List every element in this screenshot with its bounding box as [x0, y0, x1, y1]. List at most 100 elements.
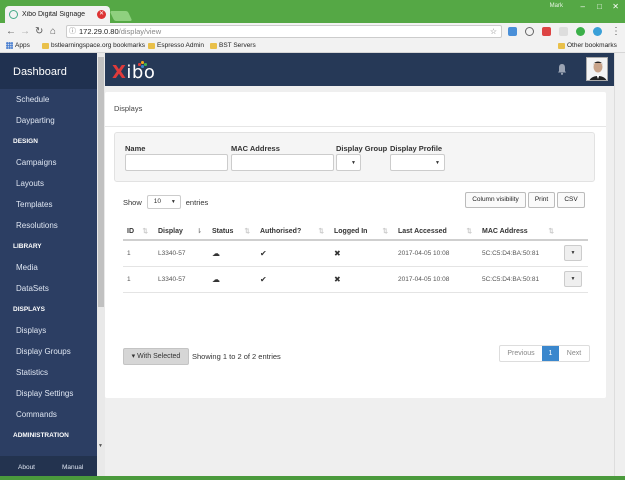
cell-last-accessed: 2017-04-05 10:08 [394, 266, 478, 293]
column-header-logged-in[interactable]: Logged In ⇅ [330, 223, 394, 241]
mac-filter-label: MAC Address [231, 144, 280, 153]
extension-icon[interactable] [593, 27, 602, 36]
column-header-id[interactable]: ID ⇅ [123, 223, 154, 241]
row-actions-dropdown-button[interactable]: ▼ [564, 245, 582, 262]
extension-icon[interactable] [559, 27, 568, 36]
extension-icon[interactable] [508, 27, 517, 36]
info-icon[interactable]: ⓘ [69, 26, 76, 37]
sidebar-scrollbar[interactable]: ▼ [97, 53, 105, 476]
sidebar-item-media[interactable]: Media [16, 263, 38, 272]
sidebar-heading-design: DESIGN [13, 138, 38, 145]
column-header-authorised[interactable]: Authorised? ⇅ [256, 223, 330, 241]
url-host: 172.29.0.80 [79, 27, 119, 36]
display-profile-select[interactable]: ▼ [390, 154, 445, 171]
sidebar-item-resolutions[interactable]: Resolutions [16, 221, 58, 230]
cross-icon: ✖ [330, 240, 394, 267]
home-icon[interactable]: ⌂ [50, 25, 56, 38]
row-actions-dropdown-button[interactable]: ▼ [564, 271, 582, 287]
close-tab-icon[interactable]: ✕ [97, 10, 106, 19]
sidebar-brand-dashboard[interactable]: Dashboard [0, 53, 97, 89]
sidebar-item-datasets[interactable]: DataSets [16, 284, 49, 293]
table-row[interactable]: 1 L3340-57 ☁ ✔ ✖ 2017-04-05 10:08 5C:C5:… [123, 240, 588, 267]
maximize-icon[interactable]: □ [597, 2, 602, 11]
menu-dots-icon[interactable]: ⋮ [611, 25, 621, 38]
page-size-select[interactable]: 10 ▼ [146, 195, 181, 209]
new-tab-button[interactable] [109, 11, 133, 21]
sidebar-item-templates[interactable]: Templates [16, 200, 52, 209]
bookmark-label: Other bookmarks [567, 42, 617, 49]
bookmark-other[interactable]: Other bookmarks [558, 42, 617, 49]
with-selected-button[interactable]: ▾ With Selected [123, 348, 189, 365]
sidebar-item-display-groups[interactable]: Display Groups [16, 347, 71, 356]
breadcrumb: Displays [114, 104, 143, 113]
table-header-row: ID ⇅ Display ⇂ Status ⇅ Authorised? ⇅ Logged… [123, 223, 588, 241]
column-visibility-button[interactable]: Column visibility [465, 192, 526, 208]
scroll-down-arrow-icon[interactable]: ▼ [98, 443, 103, 449]
extension-icon[interactable] [525, 27, 534, 36]
column-header-status[interactable]: Status ⇅ [208, 223, 256, 241]
forward-icon[interactable]: → [20, 25, 30, 38]
sort-icon: ⇅ [382, 228, 388, 235]
display-group-select[interactable]: ▼ [336, 154, 361, 171]
sidebar-item-layouts[interactable]: Layouts [16, 179, 44, 188]
window-user-label: Mark [549, 3, 563, 9]
sidebar-item-campaigns[interactable]: Campaigns [16, 158, 56, 167]
sort-icon: ⇅ [548, 228, 554, 235]
chevron-down-icon: ▼ [435, 160, 440, 166]
bookmark-folder[interactable]: BST Servers [210, 42, 256, 49]
previous-page-button[interactable]: Previous [500, 346, 542, 361]
scrollbar-thumb[interactable] [98, 57, 104, 307]
sort-icon: ⇅ [142, 228, 148, 235]
sidebar-item-statistics[interactable]: Statistics [16, 368, 48, 377]
bookmark-star-icon[interactable]: ☆ [490, 26, 497, 37]
cell-id: 1 [123, 266, 154, 293]
extension-icon[interactable] [542, 27, 551, 36]
sidebar-heading-library: LIBRARY [13, 243, 42, 250]
print-button[interactable]: Print [528, 192, 555, 208]
browser-tab[interactable]: Xibo Digital Signage ✕ [5, 6, 110, 23]
sidebar-item-commands[interactable]: Commands [16, 410, 57, 419]
sidebar-item-schedule[interactable]: Schedule [16, 95, 49, 104]
name-filter-label: Name [125, 144, 146, 153]
displays-panel: Displays Name MAC Address Display Group … [105, 92, 606, 398]
reload-icon[interactable]: ↻ [35, 25, 43, 38]
xibo-logo[interactable]: Xibo [112, 62, 155, 83]
extension-icon[interactable] [576, 27, 585, 36]
mac-filter-input[interactable] [231, 154, 334, 171]
chevron-down-icon: ▼ [351, 160, 356, 166]
table-row[interactable]: 1 L3340-57 ☁ ✔ ✖ 2017-04-05 10:08 5C:C5:… [123, 266, 588, 293]
column-header-last-accessed[interactable]: Last Accessed ⇅ [394, 223, 478, 241]
apps-grid-icon [6, 42, 13, 49]
back-icon[interactable]: ← [6, 25, 16, 38]
csv-button[interactable]: CSV [557, 192, 585, 208]
display-group-filter-label: Display Group [336, 144, 388, 153]
sidebar-item-display-settings[interactable]: Display Settings [16, 389, 73, 398]
column-header-display[interactable]: Display ⇂ [154, 223, 208, 241]
sort-ascending-icon: ⇂ [196, 228, 202, 235]
minimize-icon[interactable]: – [581, 2, 585, 11]
bookmark-folder[interactable]: bstlearningspace.org bookmarks [42, 42, 145, 49]
next-page-button[interactable]: Next [559, 346, 589, 361]
name-filter-input[interactable] [125, 154, 228, 171]
window-close-icon[interactable]: ✕ [612, 2, 619, 11]
cell-id: 1 [123, 240, 154, 267]
bookmark-folder[interactable]: Espresso Admin [148, 42, 204, 49]
manual-link[interactable]: Manual [62, 464, 83, 471]
page-size-value: 10 [153, 198, 161, 205]
sidebar-item-dayparting[interactable]: Dayparting [16, 116, 55, 125]
cell-mac-address: 5C:C5:D4:BA:50:81 [478, 240, 560, 267]
cloud-download-status-icon: ☁ [208, 240, 256, 267]
user-avatar[interactable] [586, 57, 608, 81]
checkmark-icon: ✔ [256, 266, 330, 293]
sidebar-item-displays[interactable]: Displays [16, 326, 46, 335]
cell-actions: ▼ [560, 240, 588, 267]
sidebar-heading-administration: ADMINISTRATION [13, 432, 69, 439]
about-link[interactable]: About [18, 464, 35, 471]
page-1-button[interactable]: 1 [542, 346, 559, 361]
column-header-mac-address[interactable]: MAC Address ⇅ [478, 223, 560, 241]
page-scrollbar[interactable] [614, 53, 625, 476]
notification-bell-icon[interactable] [557, 63, 567, 75]
sort-icon: ⇅ [466, 228, 472, 235]
bookmark-apps[interactable]: Apps [6, 42, 30, 49]
address-bar[interactable]: ⓘ 172.29.0.80/display/view ☆ [66, 25, 502, 38]
